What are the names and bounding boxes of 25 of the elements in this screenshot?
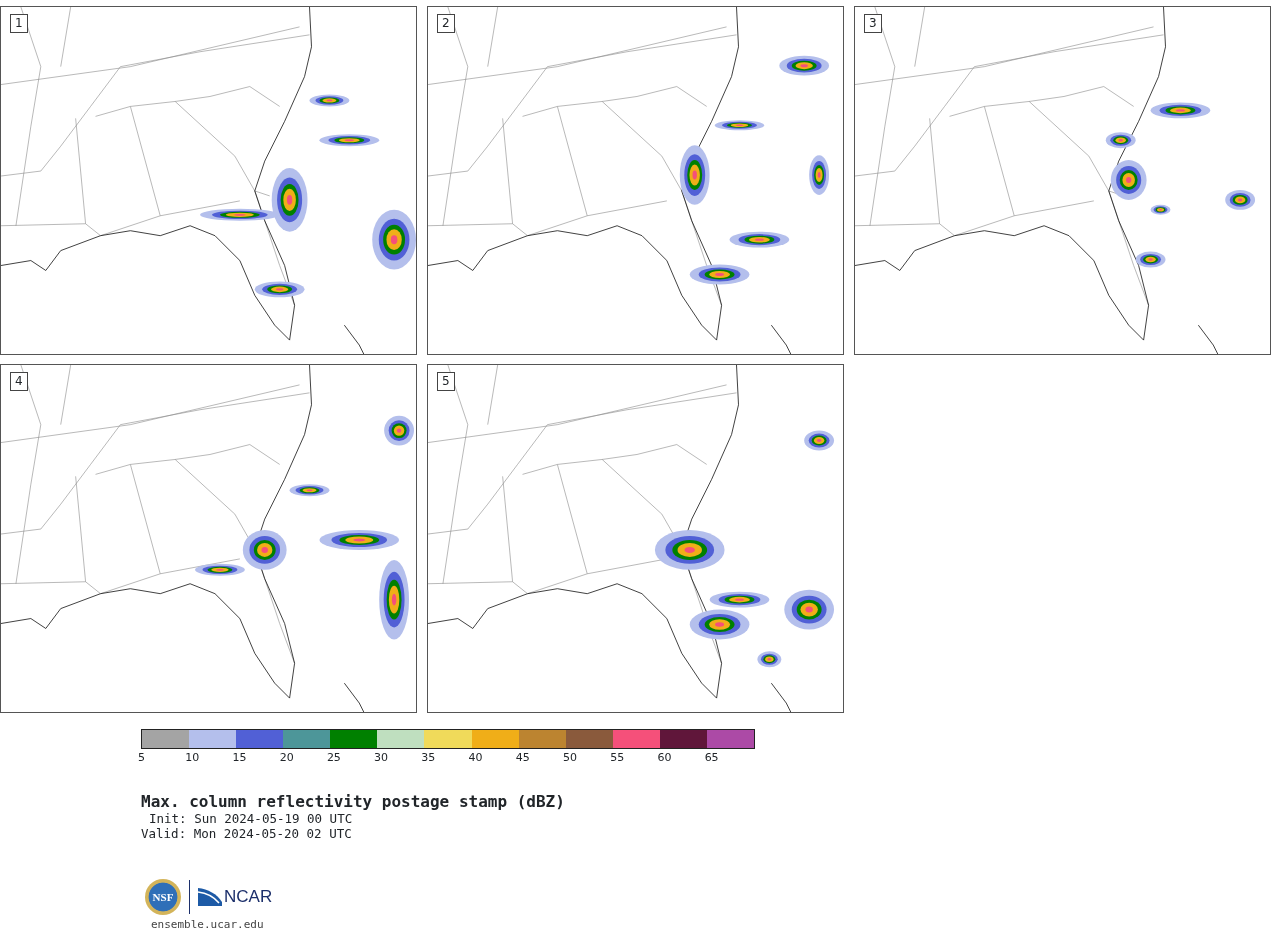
panel-number: 3 [864, 14, 882, 34]
chart-title: Max. column reflectivity postage stamp (dBZ) [141, 792, 566, 811]
tick-label: 65 [704, 751, 719, 764]
tick-label: 15 [232, 751, 247, 764]
panel-number: 4 [10, 372, 28, 392]
tick-label: 45 [515, 751, 530, 764]
tick-label: 10 [185, 751, 200, 764]
tick-label: 60 [657, 751, 672, 764]
tick-label: 30 [374, 751, 389, 764]
tick-label: 25 [326, 751, 341, 764]
init-time: Init: Sun 2024-05-19 00 UTC [148, 811, 354, 826]
seal-logo: NSF [145, 879, 181, 915]
swoosh-icon [198, 888, 222, 906]
website-url: ensemble.ucar.edu [150, 918, 265, 931]
ncar-logo: NCAR [198, 887, 273, 907]
tick-label: 5 [138, 751, 145, 764]
panel-number: 5 [437, 372, 455, 392]
tick-label: 55 [610, 751, 625, 764]
tick-label: 50 [562, 751, 577, 764]
tick-label: 20 [279, 751, 294, 764]
panel-number: 2 [437, 14, 455, 34]
tick-label: 40 [468, 751, 483, 764]
panel-number: 1 [10, 14, 28, 34]
tick-label: 35 [421, 751, 436, 764]
valid-time: Valid: Mon 2024-05-20 02 UTC [141, 826, 353, 841]
